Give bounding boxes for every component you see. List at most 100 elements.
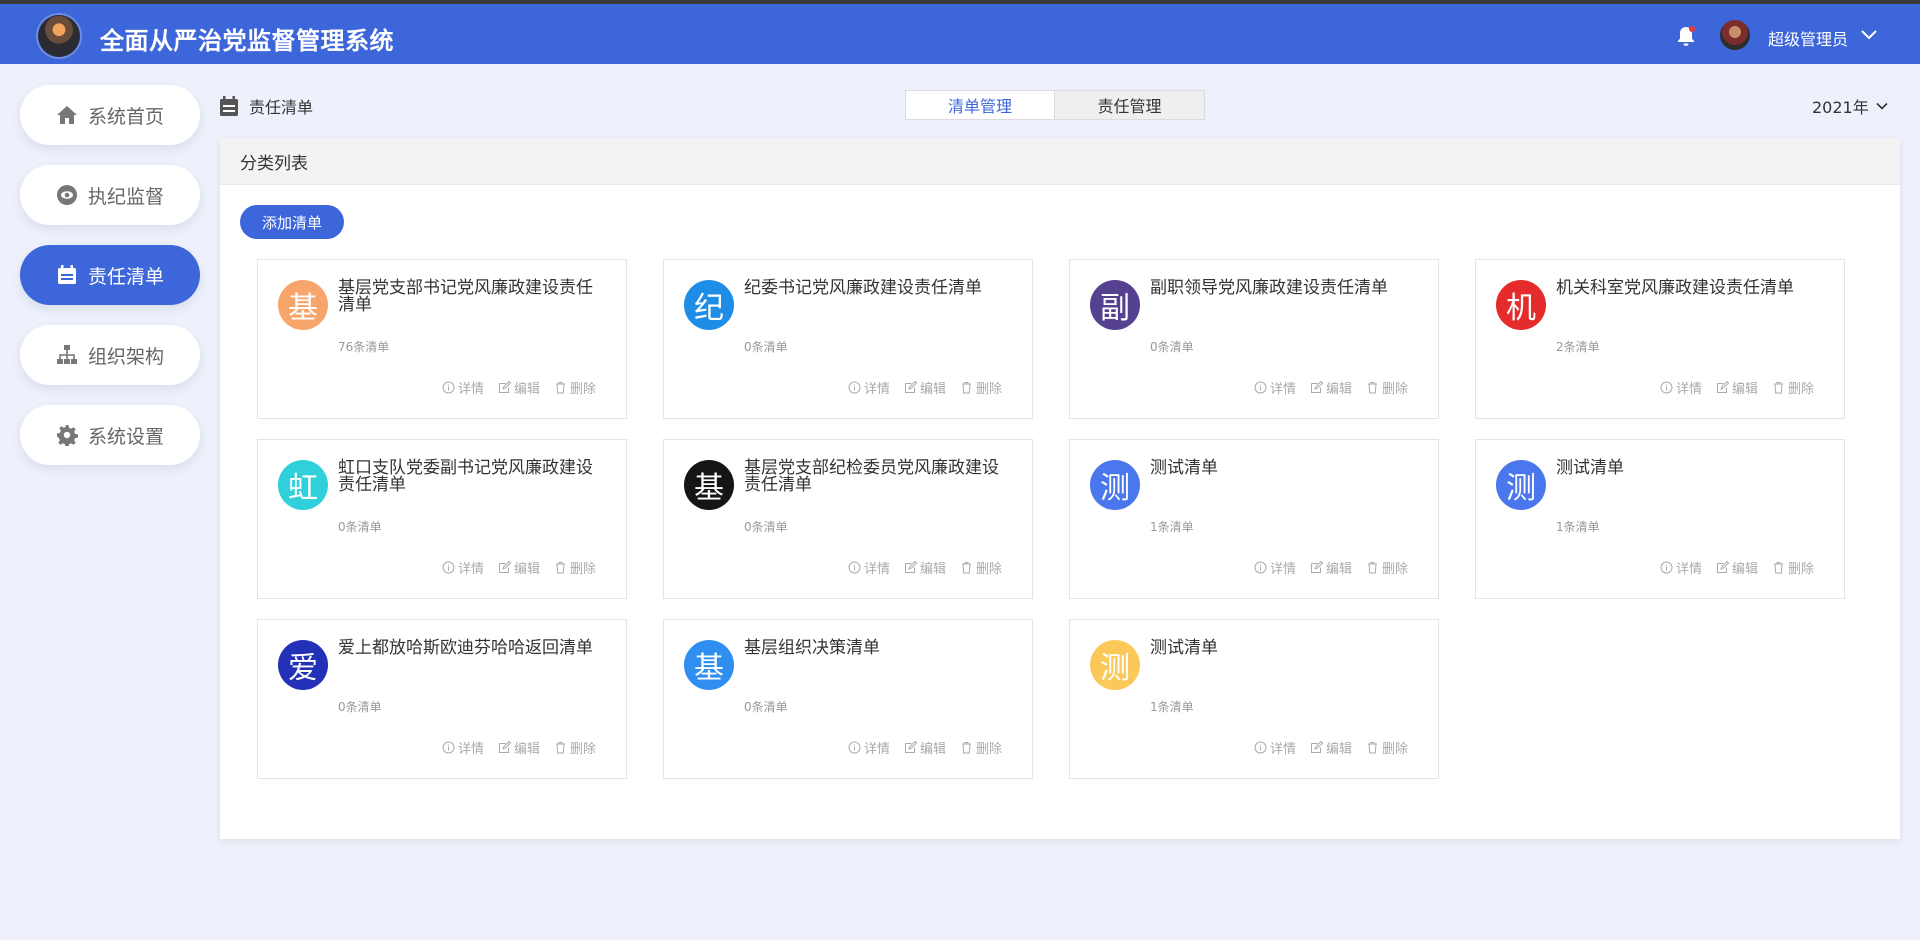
edit-button[interactable]: 编辑 bbox=[498, 558, 540, 577]
detail-button[interactable]: 详情 bbox=[442, 378, 484, 397]
edit-button[interactable]: 编辑 bbox=[1310, 738, 1352, 757]
card-avatar: 测 bbox=[1090, 460, 1140, 510]
card-avatar: 机 bbox=[1496, 280, 1546, 330]
edit-button[interactable]: 编辑 bbox=[1310, 378, 1352, 397]
delete-button[interactable]: 删除 bbox=[1366, 558, 1408, 577]
trash-icon bbox=[961, 562, 971, 574]
trash-icon bbox=[555, 742, 565, 754]
calendar-icon bbox=[220, 96, 238, 116]
edit-icon bbox=[904, 741, 917, 753]
card-count: 1条清单 bbox=[1150, 520, 1194, 534]
card-title: 纪委书记党风廉政建设责任清单 bbox=[744, 278, 982, 298]
sidebar-item-discipline[interactable]: 执纪监督 bbox=[20, 165, 200, 225]
detail-button[interactable]: 详情 bbox=[1254, 738, 1296, 757]
delete-button[interactable]: 删除 bbox=[960, 738, 1002, 757]
edit-button[interactable]: 编辑 bbox=[498, 738, 540, 757]
edit-button[interactable]: 编辑 bbox=[904, 378, 946, 397]
edit-button[interactable]: 编辑 bbox=[1310, 558, 1352, 577]
sidebar-item-home[interactable]: 系统首页 bbox=[20, 85, 200, 145]
detail-button[interactable]: 详情 bbox=[848, 738, 890, 757]
card-actions: 详情 编辑 删除 bbox=[1660, 378, 1814, 397]
list-card[interactable]: 测测试清单 1条清单 详情 编辑 删除 bbox=[1069, 439, 1439, 599]
sidebar-item-label: 执纪监督 bbox=[87, 185, 164, 208]
delete-button[interactable]: 删除 bbox=[1366, 738, 1408, 757]
detail-button[interactable]: 详情 bbox=[1254, 378, 1296, 397]
delete-label: 删除 bbox=[1381, 382, 1408, 397]
card-count: 0条清单 bbox=[338, 700, 382, 714]
detail-label: 详情 bbox=[457, 742, 484, 757]
card-title: 虹口支队党委副书记党风廉政建设责任清单 bbox=[338, 458, 593, 495]
card-actions: 详情 编辑 删除 bbox=[442, 738, 596, 757]
sidebar-item-label: 系统首页 bbox=[87, 105, 164, 128]
card-title: 测试清单 bbox=[1556, 458, 1624, 478]
detail-button[interactable]: 详情 bbox=[442, 738, 484, 757]
edit-icon bbox=[1310, 381, 1323, 393]
avatar[interactable] bbox=[1720, 20, 1750, 50]
username[interactable]: 超级管理员 bbox=[1768, 26, 1848, 50]
card-count: 0条清单 bbox=[744, 340, 788, 354]
list-card[interactable]: 测测试清单 1条清单 详情 编辑 删除 bbox=[1069, 619, 1439, 779]
detail-button[interactable]: 详情 bbox=[1254, 558, 1296, 577]
list-card[interactable]: 基基层党支部纪检委员党风廉政建设责任清单 0条清单 详情 编辑 删除 bbox=[663, 439, 1033, 599]
delete-button[interactable]: 删除 bbox=[960, 558, 1002, 577]
list-card[interactable]: 机机关科室党风廉政建设责任清单 2条清单 详情 编辑 删除 bbox=[1475, 259, 1845, 419]
eye-icon bbox=[56, 185, 77, 205]
card-actions: 详情 编辑 删除 bbox=[442, 558, 596, 577]
edit-label: 编辑 bbox=[1731, 382, 1758, 397]
list-card[interactable]: 测测试清单 1条清单 详情 编辑 删除 bbox=[1475, 439, 1845, 599]
card-count: 0条清单 bbox=[1150, 340, 1194, 354]
card-avatar: 基 bbox=[684, 460, 734, 510]
list-card[interactable]: 副副职领导党风廉政建设责任清单 0条清单 详情 编辑 删除 bbox=[1069, 259, 1439, 419]
tab-responsibility-management[interactable]: 责任管理 bbox=[1055, 90, 1205, 120]
edit-button[interactable]: 编辑 bbox=[498, 378, 540, 397]
edit-label: 编辑 bbox=[1325, 382, 1352, 397]
delete-label: 删除 bbox=[569, 742, 596, 757]
tab-list-management[interactable]: 清单管理 bbox=[905, 90, 1055, 120]
edit-icon bbox=[904, 561, 917, 573]
delete-button[interactable]: 删除 bbox=[554, 738, 596, 757]
detail-label: 详情 bbox=[457, 382, 484, 397]
chevron-down-icon[interactable] bbox=[1860, 26, 1878, 44]
detail-button[interactable]: 详情 bbox=[1660, 378, 1702, 397]
delete-button[interactable]: 删除 bbox=[1772, 558, 1814, 577]
card-title: 基层党支部纪检委员党风廉政建设责任清单 bbox=[744, 458, 999, 495]
edit-icon bbox=[1716, 381, 1729, 393]
edit-button[interactable]: 编辑 bbox=[904, 738, 946, 757]
card-count: 1条清单 bbox=[1150, 700, 1194, 714]
detail-button[interactable]: 详情 bbox=[442, 558, 484, 577]
detail-label: 详情 bbox=[1269, 382, 1296, 397]
list-card[interactable]: 基基层组织决策清单 0条清单 详情 编辑 删除 bbox=[663, 619, 1033, 779]
delete-button[interactable]: 删除 bbox=[960, 378, 1002, 397]
trash-icon bbox=[555, 382, 565, 394]
sidebar-item-organization[interactable]: 组织架构 bbox=[20, 325, 200, 385]
trash-icon bbox=[1773, 562, 1783, 574]
edit-button[interactable]: 编辑 bbox=[904, 558, 946, 577]
detail-button[interactable]: 详情 bbox=[1660, 558, 1702, 577]
detail-button[interactable]: 详情 bbox=[848, 558, 890, 577]
edit-label: 编辑 bbox=[513, 742, 540, 757]
card-count: 0条清单 bbox=[338, 520, 382, 534]
list-card[interactable]: 虹虹口支队党委副书记党风廉政建设责任清单 0条清单详情 编辑 删除 bbox=[257, 439, 627, 599]
list-card[interactable]: 爱爱上都放哈斯欧迪芬哈哈返回清单 0条清单 详情 编辑 删除 bbox=[257, 619, 627, 779]
list-card[interactable]: 基基层党支部书记党风廉政建设责任清单 76条清单 详情 编辑 删除 bbox=[257, 259, 627, 419]
delete-button[interactable]: 删除 bbox=[1366, 378, 1408, 397]
delete-button[interactable]: 删除 bbox=[554, 558, 596, 577]
info-icon bbox=[848, 741, 861, 754]
list-card[interactable]: 纪纪委书记党风廉政建设责任清单 0条清单 详情 编辑 删除 bbox=[663, 259, 1033, 419]
sidebar-item-label: 责任清单 bbox=[87, 265, 164, 288]
card-actions: 详情 编辑 删除 bbox=[1254, 558, 1408, 577]
delete-button[interactable]: 删除 bbox=[554, 378, 596, 397]
trash-icon bbox=[1773, 382, 1783, 394]
edit-button[interactable]: 编辑 bbox=[1716, 378, 1758, 397]
sidebar-item-settings[interactable]: 系统设置 bbox=[20, 405, 200, 465]
card-avatar: 虹 bbox=[278, 460, 328, 510]
detail-button[interactable]: 详情 bbox=[848, 378, 890, 397]
year-selector[interactable]: 2021年 bbox=[1812, 94, 1889, 118]
bell-icon[interactable] bbox=[1675, 24, 1697, 48]
edit-button[interactable]: 编辑 bbox=[1716, 558, 1758, 577]
delete-button[interactable]: 删除 bbox=[1772, 378, 1814, 397]
sidebar-item-responsibility[interactable]: 责任清单 bbox=[20, 245, 200, 305]
add-list-button[interactable]: 添加清单 bbox=[240, 205, 344, 239]
card-actions: 详情 编辑 删除 bbox=[848, 378, 1002, 397]
edit-icon bbox=[498, 561, 511, 573]
